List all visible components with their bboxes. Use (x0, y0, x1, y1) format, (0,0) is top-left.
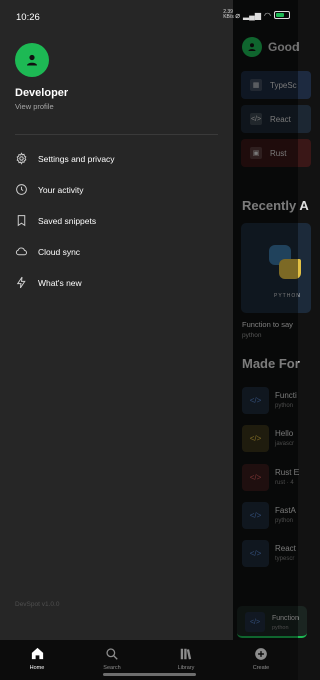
person-icon (27, 54, 37, 66)
bolt-icon (15, 276, 28, 289)
menu-item-label: Your activity (38, 184, 84, 195)
signal-icon: ▂▄▆ (243, 10, 262, 20)
view-profile-link[interactable]: View profile (15, 102, 54, 111)
network-speed-unit: KB/s (223, 14, 234, 20)
nav-label: Search (103, 665, 121, 671)
drawer-scrim[interactable] (232, 0, 298, 640)
nav-label: Library (177, 665, 195, 671)
network-speed: 2.39 KB/s (223, 10, 234, 20)
menu-item-activity[interactable]: Your activity (0, 174, 233, 205)
cloud-icon (15, 245, 28, 258)
wifi-icon: ◠ (264, 10, 271, 20)
home-indicator (103, 673, 196, 676)
app-version: DevSpot v1.0.0 (15, 601, 60, 608)
library-icon (166, 645, 206, 662)
clock-icon (15, 183, 28, 196)
search-icon (92, 645, 132, 662)
nav-home[interactable]: Home (17, 645, 57, 671)
profile-name: Developer (15, 87, 69, 99)
profile-avatar[interactable] (15, 43, 49, 77)
nav-library[interactable]: Library (166, 645, 206, 671)
alarm-off-icon: ⌀ (235, 10, 241, 20)
menu-item-settings[interactable]: Settings and privacy (0, 143, 233, 174)
menu-item-label: What's new (38, 277, 82, 288)
nav-label: Home (29, 665, 45, 671)
drawer-menu: Settings and privacy Your activity Saved… (0, 143, 233, 298)
status-time: 10:26 (16, 12, 40, 23)
nav-label: Create (252, 665, 270, 671)
divider (15, 134, 218, 135)
plus-icon (241, 645, 281, 662)
menu-item-label: Settings and privacy (38, 153, 115, 164)
menu-item-label: Saved snippets (38, 215, 97, 226)
menu-item-label: Cloud sync (38, 246, 81, 257)
menu-item-cloud-sync[interactable]: Cloud sync (0, 236, 233, 267)
battery-icon (274, 11, 290, 19)
bookmark-icon (15, 214, 28, 227)
navigation-drawer: Developer View profile Settings and priv… (0, 0, 233, 640)
nav-create[interactable]: Create (241, 645, 281, 671)
status-icons: 2.39 KB/s ⌀ ▂▄▆ ◠ (223, 10, 290, 20)
status-bar: 10:26 2.39 KB/s ⌀ ▂▄▆ ◠ (0, 0, 298, 34)
menu-item-whats-new[interactable]: What's new (0, 267, 233, 298)
menu-item-saved-snippets[interactable]: Saved snippets (0, 205, 233, 236)
home-icon (17, 645, 57, 662)
nav-search[interactable]: Search (92, 645, 132, 671)
gear-icon (15, 152, 28, 165)
